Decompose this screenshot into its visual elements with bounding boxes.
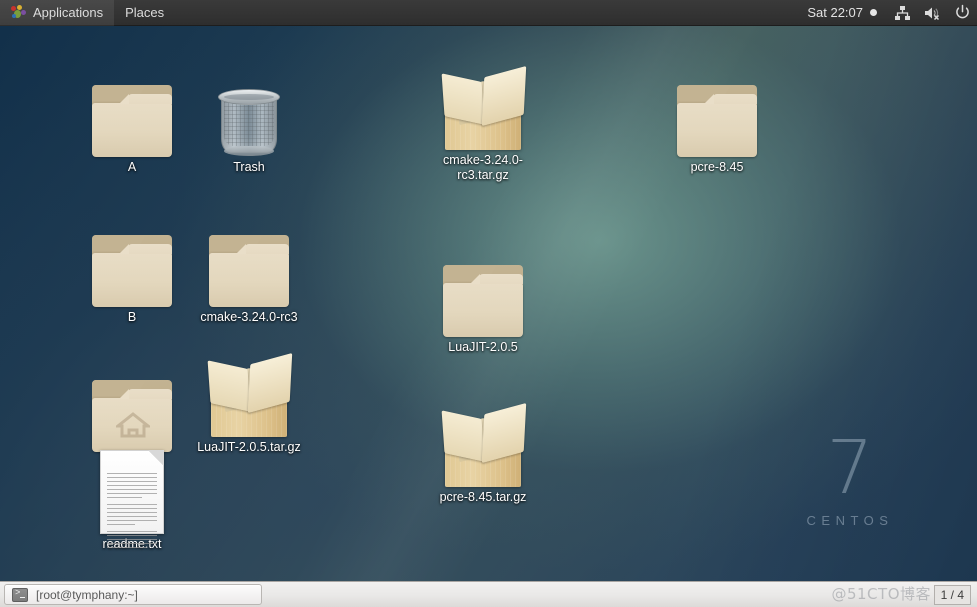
desktop-icon-trash[interactable]: Trash bbox=[189, 61, 309, 175]
taskbar-item-label: [root@tymphany:~] bbox=[36, 587, 138, 602]
desktop-icon-folder-pcre[interactable]: pcre-8.45 bbox=[657, 61, 777, 175]
desktop-icon-label: LuaJIT-2.0.5.tar.gz bbox=[197, 440, 301, 454]
text-document-icon bbox=[72, 438, 192, 548]
desktop-icon-label: pcre-8.45.tar.gz bbox=[439, 490, 527, 504]
desktop-icon-readme-txt[interactable]: readme.txt bbox=[72, 438, 192, 552]
centos-version-number: 7 bbox=[826, 425, 874, 511]
desktop-icon-archive-pcre[interactable]: pcre-8.45.tar.gz bbox=[423, 391, 543, 505]
volume-muted-icon[interactable] bbox=[917, 0, 947, 26]
applications-menu-label: Applications bbox=[33, 5, 104, 20]
desktop-icon-label: A bbox=[127, 160, 137, 174]
archive-icon bbox=[423, 54, 543, 150]
terminal-icon bbox=[12, 587, 28, 602]
desktop-icon-label: pcre-8.45 bbox=[690, 160, 744, 174]
taskbar-item-terminal[interactable]: [root@tymphany:~] bbox=[4, 584, 262, 605]
desktop-surface[interactable]: 7 CENTOS A Trash cmake-3.24.0-rc3.tar.gz… bbox=[0, 26, 977, 581]
recording-indicator-icon bbox=[870, 9, 877, 16]
centos-wordmark: CENTOS bbox=[806, 513, 894, 528]
top-panel: Applications Places Sat 22:07 bbox=[0, 0, 977, 26]
desktop-icon-folder-b[interactable]: B bbox=[72, 211, 192, 325]
top-panel-tray: Sat 22:07 bbox=[797, 0, 977, 26]
places-menu-label: Places bbox=[125, 5, 165, 20]
clock-button[interactable]: Sat 22:07 bbox=[797, 0, 887, 26]
trash-icon bbox=[189, 61, 309, 157]
power-glyph bbox=[955, 4, 969, 19]
clock-label: Sat 22:07 bbox=[807, 5, 863, 20]
desktop-icon-label: LuaJIT-2.0.5 bbox=[448, 340, 518, 354]
desktop-icon-folder-cmake[interactable]: cmake-3.24.0-rc3 bbox=[189, 211, 309, 325]
document-text-lines bbox=[107, 473, 157, 551]
desktop-icon-label: cmake-3.24.0-rc3 bbox=[200, 310, 298, 324]
desktop-icon-archive-cmake[interactable]: cmake-3.24.0-rc3.tar.gz bbox=[423, 54, 543, 183]
workspace-indicator-label: 1 / 4 bbox=[940, 587, 964, 602]
bottom-panel: [root@tymphany:~] 1 / 4 bbox=[0, 581, 977, 607]
folder-icon bbox=[72, 61, 192, 157]
archive-icon bbox=[423, 391, 543, 487]
desktop-icon-archive-luajit[interactable]: LuaJIT-2.0.5.tar.gz bbox=[189, 341, 309, 455]
desktop-icon-label: Trash bbox=[233, 160, 265, 174]
volume-muted-glyph bbox=[925, 7, 940, 20]
house-icon bbox=[116, 412, 150, 438]
desktop-icon-folder-a[interactable]: A bbox=[72, 61, 192, 175]
desktop-icon-label: cmake-3.24.0-rc3.tar.gz bbox=[443, 153, 523, 182]
power-icon[interactable] bbox=[947, 0, 977, 26]
folder-icon bbox=[657, 61, 777, 157]
network-glyph bbox=[894, 5, 910, 20]
centos-branding: 7 CENTOS bbox=[790, 431, 910, 528]
folder-icon bbox=[72, 211, 192, 307]
workspace-switcher[interactable]: 1 / 4 bbox=[933, 584, 971, 605]
folder-icon bbox=[189, 211, 309, 307]
archive-icon bbox=[189, 341, 309, 437]
folder-icon bbox=[423, 241, 543, 337]
desktop-icon-folder-luajit[interactable]: LuaJIT-2.0.5 bbox=[423, 241, 543, 355]
desktop-icon-label: B bbox=[127, 310, 137, 324]
network-icon[interactable] bbox=[887, 0, 917, 26]
gnome-foot-icon bbox=[11, 5, 26, 20]
places-menu[interactable]: Places bbox=[114, 0, 175, 26]
applications-menu[interactable]: Applications bbox=[0, 0, 115, 26]
